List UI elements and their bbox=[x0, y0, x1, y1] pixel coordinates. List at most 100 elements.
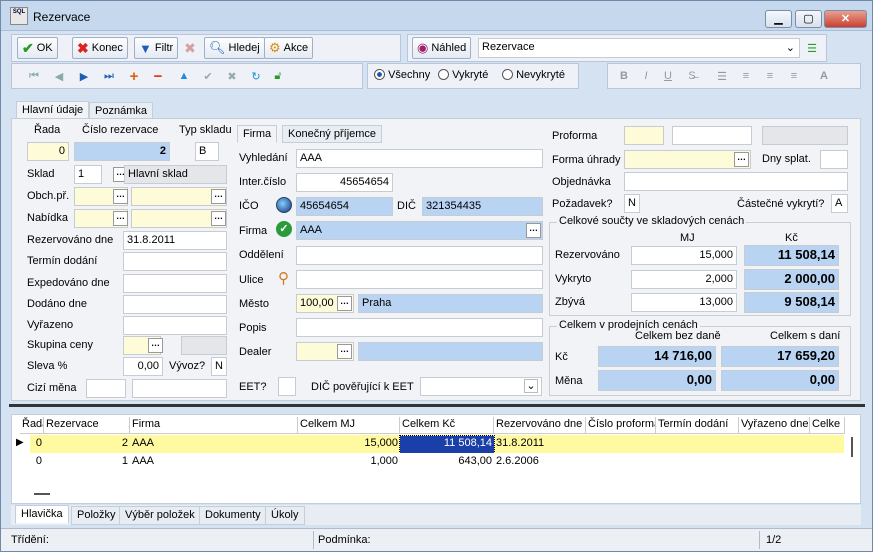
column-header[interactable]: Číslo proforma bbox=[586, 417, 656, 434]
dealer-name-field[interactable] bbox=[358, 342, 543, 361]
globe-icon[interactable] bbox=[276, 197, 292, 213]
vyrazeno-field[interactable] bbox=[123, 316, 227, 335]
mesto-field[interactable]: Praha bbox=[358, 294, 543, 313]
delete-icon[interactable]: − bbox=[148, 66, 168, 86]
column-header[interactable]: Rezervováno dne bbox=[494, 417, 586, 434]
column-header[interactable]: Firma bbox=[130, 417, 298, 434]
akce-button[interactable]: ⚙ Akce bbox=[264, 37, 314, 59]
column-header[interactable]: Celkem MJ bbox=[298, 417, 400, 434]
typ-field[interactable]: B bbox=[195, 142, 219, 161]
eet-field[interactable] bbox=[278, 377, 296, 396]
firma-picker-button[interactable]: … bbox=[526, 223, 541, 238]
confirm-icon[interactable]: ✔ bbox=[198, 66, 218, 86]
column-header[interactable]: Řada bbox=[20, 417, 44, 434]
dny-splat-field[interactable] bbox=[820, 150, 848, 169]
column-header[interactable]: Celke bbox=[810, 417, 845, 434]
ulice-field[interactable] bbox=[296, 270, 543, 289]
ok-button[interactable]: ✔ OK bbox=[17, 37, 58, 59]
add-icon[interactable]: + bbox=[124, 66, 144, 86]
bullets-icon[interactable]: ☰ bbox=[712, 66, 732, 86]
list-icon[interactable]: ☰ bbox=[802, 38, 822, 58]
align-right-icon[interactable]: ≡ bbox=[760, 66, 780, 86]
hledej-button[interactable]: 🔍︎ Hledej bbox=[204, 37, 265, 59]
bottom-tab[interactable]: Výběr položek bbox=[119, 506, 201, 525]
bottom-tab[interactable]: Položky bbox=[71, 506, 122, 525]
rezervovano-dne-field[interactable]: 31.8.2011 bbox=[123, 231, 227, 250]
nahled-button[interactable]: ◉ Náhled bbox=[412, 37, 472, 59]
tab-konecny-prijemce[interactable]: Konečný příjemce bbox=[282, 125, 383, 143]
dealer-picker-button[interactable]: … bbox=[337, 344, 352, 359]
skupina-picker-button[interactable]: … bbox=[148, 338, 163, 353]
font-icon[interactable]: A bbox=[814, 66, 834, 86]
underline-icon[interactable]: U bbox=[658, 66, 678, 86]
radio-nevykryte[interactable]: Nevykryté bbox=[502, 69, 565, 81]
inter-cislo-field[interactable]: 45654654 bbox=[296, 173, 393, 192]
firma-field[interactable]: AAA bbox=[296, 221, 543, 240]
bottom-tab[interactable]: Úkoly bbox=[265, 506, 305, 525]
column-header[interactable]: Vyřazeno dne bbox=[739, 417, 810, 434]
splitter[interactable] bbox=[9, 404, 865, 407]
column-header[interactable]: Rezervace bbox=[44, 417, 130, 434]
bottom-tab[interactable]: Hlavička bbox=[15, 505, 69, 524]
align-left-icon[interactable]: ≡ bbox=[736, 66, 756, 86]
rada-field[interactable]: 0 bbox=[27, 142, 69, 161]
sleva-field[interactable]: 0,00 bbox=[123, 357, 163, 376]
proforma-number-field[interactable] bbox=[672, 126, 752, 145]
expedovano-field[interactable] bbox=[123, 274, 227, 293]
bold-icon[interactable]: B bbox=[614, 66, 634, 86]
tab-firma[interactable]: Firma bbox=[237, 125, 278, 143]
obch-picker-button[interactable]: … bbox=[113, 189, 128, 204]
termin-field[interactable] bbox=[123, 252, 227, 271]
first-record-icon[interactable]: ⏮ bbox=[24, 66, 44, 86]
dic-eet-select[interactable]: ⌄ bbox=[420, 377, 542, 396]
report-select[interactable]: Rezervace ⌄ bbox=[478, 38, 800, 58]
forma-uhrady-field[interactable] bbox=[624, 150, 751, 169]
lock-icon[interactable]: 🔓︎ bbox=[268, 66, 288, 86]
forma-uhrady-picker-button[interactable]: … bbox=[734, 152, 749, 167]
italic-icon[interactable]: I bbox=[636, 66, 656, 86]
grid-scrollbar[interactable] bbox=[847, 435, 857, 475]
cizi-mena-name-field[interactable] bbox=[132, 379, 227, 398]
cizi-mena-field[interactable] bbox=[86, 379, 126, 398]
prev-record-icon[interactable]: ◀ bbox=[49, 66, 69, 86]
close-button[interactable]: ✕ bbox=[824, 10, 867, 28]
cislo-field[interactable]: 2 bbox=[74, 142, 170, 161]
cancel-icon[interactable]: ✖ bbox=[222, 66, 242, 86]
table-cell: AAA bbox=[132, 455, 155, 467]
sklad-field[interactable]: 1 bbox=[74, 165, 102, 184]
vyhledani-field[interactable]: AAA bbox=[296, 149, 543, 168]
radio-vykryte[interactable]: Vykryté bbox=[438, 69, 488, 81]
filtr-button[interactable]: ▼ Filtr bbox=[134, 37, 179, 59]
objednavka-field[interactable] bbox=[624, 172, 848, 191]
nabidka-name-picker-button[interactable]: … bbox=[211, 211, 226, 226]
konec-button[interactable]: ✖ Konec bbox=[72, 37, 128, 59]
pozadavek-field[interactable]: N bbox=[624, 194, 640, 213]
minimize-button[interactable]: ▁ bbox=[765, 10, 792, 28]
map-pin-icon[interactable]: ⚲ bbox=[278, 269, 289, 287]
dodano-field[interactable] bbox=[123, 295, 227, 314]
strike-icon[interactable]: S̶ bbox=[682, 66, 702, 86]
edit-icon[interactable]: ▲ bbox=[174, 66, 194, 86]
column-header[interactable]: Termín dodání bbox=[656, 417, 739, 434]
align-center-icon[interactable]: ≡ bbox=[784, 66, 804, 86]
clear-filter-icon[interactable]: ✖ bbox=[180, 38, 200, 58]
obch-name-picker-button[interactable]: … bbox=[211, 189, 226, 204]
oddeleni-field[interactable] bbox=[296, 246, 543, 265]
nabidka-picker-button[interactable]: … bbox=[113, 211, 128, 226]
bottom-tab[interactable]: Dokumenty bbox=[199, 506, 267, 525]
last-record-icon[interactable]: ⏭ bbox=[99, 66, 119, 86]
proforma-field[interactable] bbox=[624, 126, 664, 145]
castecne-field[interactable]: A bbox=[831, 194, 848, 213]
maximize-button[interactable]: ▢ bbox=[795, 10, 822, 28]
popis-field[interactable] bbox=[296, 318, 543, 337]
psc-picker-button[interactable]: … bbox=[337, 296, 352, 311]
tab-hlavni-udaje[interactable]: Hlavní údaje bbox=[16, 101, 90, 119]
refresh-icon[interactable]: ↻ bbox=[246, 66, 266, 86]
next-record-icon[interactable]: ▶ bbox=[74, 66, 94, 86]
ico-field[interactable]: 45654654 bbox=[296, 197, 393, 216]
dic-field[interactable]: 321354435 bbox=[422, 197, 543, 216]
grid-hscroll-thumb[interactable] bbox=[34, 493, 50, 495]
vyvoz-field[interactable]: N bbox=[211, 357, 227, 376]
radio-vsechny[interactable]: Všechny bbox=[374, 69, 430, 81]
column-header[interactable]: Celkem Kč bbox=[400, 417, 494, 434]
